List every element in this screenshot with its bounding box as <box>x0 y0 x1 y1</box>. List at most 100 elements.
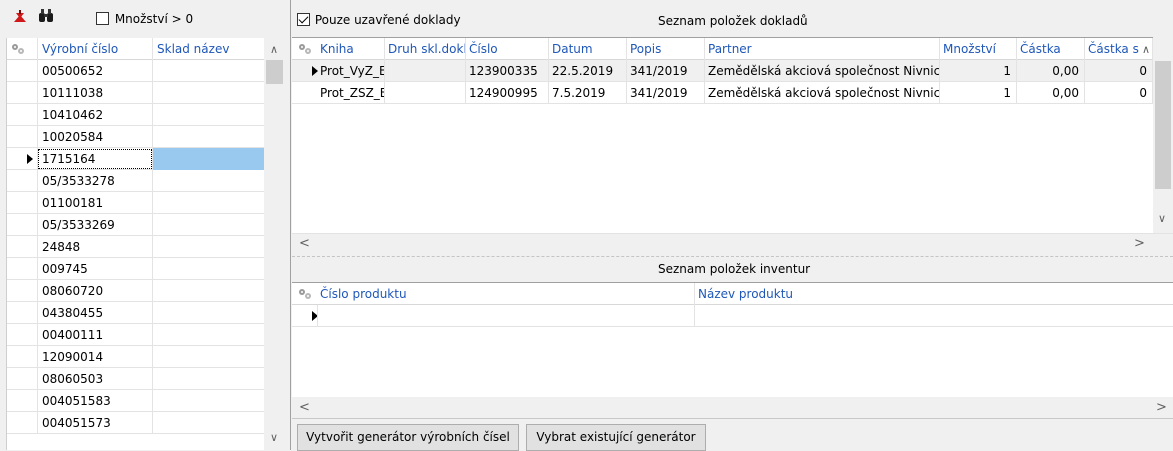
cell-datum[interactable]: 7.5.2019 <box>549 82 627 104</box>
cell-warehouse[interactable] <box>153 280 265 302</box>
cell-kniha[interactable]: Prot_ZSZ_E <box>317 82 385 104</box>
scroll-right-arrow-icon[interactable]: > <box>1134 237 1145 250</box>
column-header-serial[interactable]: Výrobní číslo <box>37 38 153 60</box>
cell-warehouse[interactable] <box>153 258 265 280</box>
column-header-doc[interactable]: Popis <box>627 38 705 60</box>
cell-serial[interactable]: 00500652 <box>37 60 153 82</box>
cell-serial[interactable]: 08060503 <box>37 368 153 390</box>
inventory-grid-horizontal-scrollbar[interactable]: < > <box>292 397 1173 419</box>
cell-warehouse[interactable] <box>153 214 265 236</box>
table-row[interactable]: 004051573 <box>7 412 265 434</box>
closed-docs-checkbox[interactable]: Pouze uzavřené doklady <box>297 12 461 27</box>
table-row[interactable]: 00400111 <box>7 324 265 346</box>
binoculars-icon[interactable] <box>38 8 54 23</box>
column-settings-icon[interactable] <box>11 43 25 55</box>
table-row[interactable]: 05/3533278 <box>7 170 265 192</box>
scrollbar-thumb[interactable] <box>1155 61 1171 189</box>
column-settings-icon[interactable] <box>298 43 312 55</box>
table-row[interactable]: Prot_ZSZ_E 124900995 7.5.2019 341/2019 Zeměd… <box>292 82 1153 104</box>
cell-warehouse[interactable] <box>153 390 265 412</box>
cell-warehouse[interactable] <box>153 82 265 104</box>
cell-druh[interactable] <box>385 60 466 82</box>
inventory-new-row[interactable] <box>292 305 1173 327</box>
scroll-down-arrow-icon[interactable]: ∨ <box>270 432 278 443</box>
cell-warehouse[interactable] <box>153 60 265 82</box>
cell-warehouse[interactable] <box>153 368 265 390</box>
cell-serial[interactable]: 1715164 <box>37 148 153 170</box>
cell-cislo[interactable]: 124900995 <box>466 82 549 104</box>
serial-grid-vertical-scrollbar[interactable]: ∧ ∨ <box>264 38 285 450</box>
select-generator-button[interactable]: Vybrat existující generátor <box>526 424 706 451</box>
cell-castka_s[interactable]: 0 <box>1085 60 1153 82</box>
scroll-up-arrow-icon[interactable]: ∧ <box>270 44 278 55</box>
filter-pin-icon[interactable] <box>12 10 28 24</box>
scroll-right-arrow-icon[interactable]: > <box>1156 401 1167 414</box>
inventory-items-grid[interactable]: Číslo produktu Název produktu <box>292 282 1173 397</box>
scroll-left-arrow-icon[interactable]: < <box>299 401 310 414</box>
cell-serial[interactable]: 08060720 <box>37 280 153 302</box>
doc-grid-vertical-scrollbar[interactable]: ∨ <box>1153 37 1173 233</box>
column-header-product-name[interactable]: Název produktu <box>695 283 1173 305</box>
cell-warehouse[interactable] <box>153 236 265 258</box>
cell-mnozstvi[interactable]: 1 <box>940 60 1017 82</box>
table-row[interactable]: 009745 <box>7 258 265 280</box>
cell-partner[interactable]: Zemědělská akciová společnost Nivnice <box>705 60 940 82</box>
cell-warehouse[interactable] <box>153 346 265 368</box>
cell-serial[interactable]: 004051583 <box>37 390 153 412</box>
cell-serial[interactable]: 10020584 <box>37 126 153 148</box>
column-header-doc[interactable]: Množství <box>940 38 1017 60</box>
table-row[interactable]: 10410462 <box>7 104 265 126</box>
cell-serial[interactable]: 004051573 <box>37 412 153 434</box>
cell-warehouse[interactable] <box>153 126 265 148</box>
table-row[interactable]: 04380455 <box>7 302 265 324</box>
cell-serial[interactable]: 009745 <box>37 258 153 280</box>
scroll-left-arrow-icon[interactable]: < <box>299 237 310 250</box>
cell-serial[interactable]: 04380455 <box>37 302 153 324</box>
cell-serial[interactable]: 10410462 <box>37 104 153 126</box>
table-row[interactable]: 00500652 <box>7 60 265 82</box>
serial-number-grid[interactable]: Výrobní číslo Sklad název 00500652 101110… <box>6 38 265 450</box>
table-row[interactable]: 004051583 <box>7 390 265 412</box>
column-header-doc[interactable]: Kniha <box>317 38 385 60</box>
column-header-product-number[interactable]: Číslo produktu <box>317 283 695 305</box>
column-header-doc[interactable]: Datum <box>549 38 627 60</box>
cell-popis[interactable]: 341/2019 <box>627 82 705 104</box>
quantity-filter-box[interactable] <box>96 12 109 25</box>
table-row[interactable]: 05/3533269 <box>7 214 265 236</box>
cell-castka[interactable]: 0,00 <box>1017 60 1085 82</box>
table-row[interactable]: 1715164 <box>7 148 265 170</box>
cell-warehouse[interactable] <box>153 412 265 434</box>
cell-mnozstvi[interactable]: 1 <box>940 82 1017 104</box>
cell-serial[interactable]: 01100181 <box>37 192 153 214</box>
table-row[interactable]: 08060503 <box>7 368 265 390</box>
scroll-down-arrow-icon[interactable]: ∨ <box>1158 213 1166 224</box>
column-header-doc[interactable]: Druh skl.dokl <box>385 38 466 60</box>
doc-scroll-up-arrow-icon[interactable]: ∧ <box>1142 44 1150 55</box>
cell-product-number[interactable] <box>317 305 695 327</box>
cell-druh[interactable] <box>385 82 466 104</box>
cell-warehouse[interactable] <box>153 192 265 214</box>
table-row[interactable]: 01100181 <box>7 192 265 214</box>
cell-cislo[interactable]: 123900335 <box>466 60 549 82</box>
splitter[interactable] <box>292 256 1173 257</box>
cell-popis[interactable]: 341/2019 <box>627 60 705 82</box>
closed-docs-box[interactable] <box>297 13 310 26</box>
cell-partner[interactable]: Zemědělská akciová společnost Nivnice <box>705 82 940 104</box>
table-row[interactable]: 24848 <box>7 236 265 258</box>
create-generator-button[interactable]: Vytvořit generátor výrobních čísel <box>297 424 519 451</box>
table-row[interactable]: 10111038 <box>7 82 265 104</box>
column-header-doc[interactable]: Částka <box>1017 38 1085 60</box>
table-row[interactable]: 08060720 <box>7 280 265 302</box>
doc-grid-horizontal-scrollbar[interactable]: < > <box>292 233 1173 253</box>
cell-castka[interactable]: 0,00 <box>1017 82 1085 104</box>
cell-warehouse[interactable] <box>153 170 265 192</box>
cell-warehouse[interactable] <box>153 148 265 170</box>
table-row[interactable]: 10020584 <box>7 126 265 148</box>
cell-warehouse[interactable] <box>153 302 265 324</box>
cell-serial[interactable]: 05/3533278 <box>37 170 153 192</box>
cell-datum[interactable]: 22.5.2019 <box>549 60 627 82</box>
cell-kniha[interactable]: Prot_VyZ_E <box>317 60 385 82</box>
column-header-warehouse[interactable]: Sklad název <box>153 38 265 60</box>
quantity-filter-checkbox[interactable]: Množství > 0 <box>96 11 193 26</box>
column-settings-icon[interactable] <box>298 288 312 300</box>
